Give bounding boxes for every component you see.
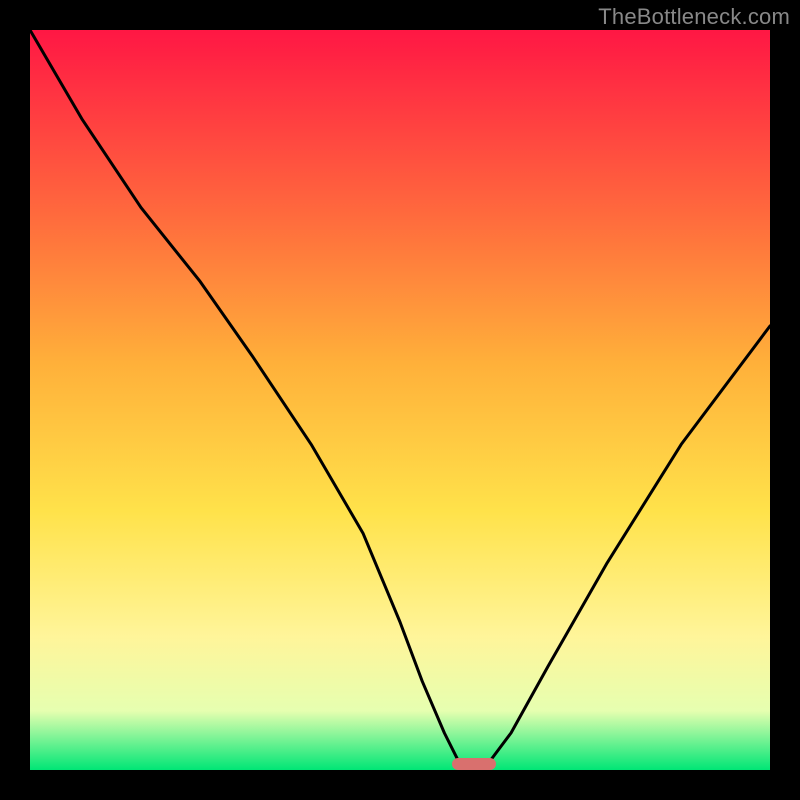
plot-area — [30, 30, 770, 770]
watermark-text: TheBottleneck.com — [598, 4, 790, 30]
optimal-marker — [452, 758, 496, 770]
bottleneck-curve — [30, 30, 770, 770]
